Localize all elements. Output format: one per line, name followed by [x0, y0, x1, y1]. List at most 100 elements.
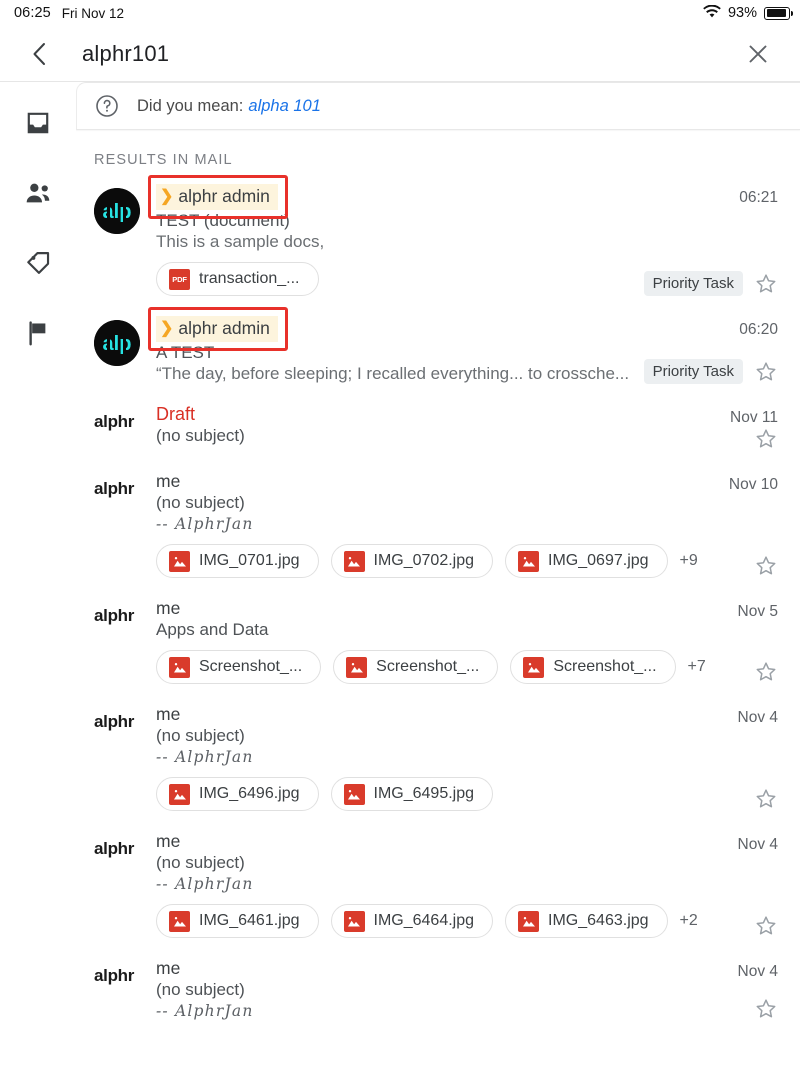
star-outline-icon[interactable] [754, 914, 778, 938]
attachment-name: IMG_6495.jpg [373, 785, 475, 802]
back-chevron-icon [33, 42, 45, 65]
attachment-chips: IMG_6496.jpg IMG_6495.jpg [156, 777, 652, 811]
attachment-name: Screenshot_... [199, 658, 303, 675]
email-row[interactable]: alp ❯ alphr admin A TEST “The day, before sl… [76, 306, 800, 394]
email-subject: Apps and Data [156, 620, 269, 639]
sender-name: me [156, 831, 181, 851]
email-subject: (no subject) [156, 853, 245, 872]
attachment-chips: Screenshot_... Screenshot_... Screenshot_.… [156, 650, 706, 684]
contacts-icon [26, 183, 49, 203]
attachment-chip[interactable]: IMG_6461.jpg [156, 904, 319, 938]
sender-name: me [156, 598, 181, 618]
attachment-chip[interactable]: IMG_6463.jpg [505, 904, 668, 938]
star-outline-icon[interactable] [754, 360, 778, 384]
attachment-chip[interactable]: IMG_6496.jpg [156, 777, 319, 811]
sender-name: me [156, 958, 181, 978]
attachment-chip[interactable]: Screenshot_... [510, 650, 676, 684]
did-you-mean-link[interactable]: alpha 101 [248, 97, 321, 116]
attachment-chips: IMG_0701.jpg IMG_0702.jpg IMG_0697.jpg +9 [156, 544, 698, 578]
section-header-results-in-mail: Results in Mail [94, 152, 233, 168]
sidebar-item-inbox[interactable] [15, 104, 61, 142]
email-meta: Nov 4 [658, 958, 778, 1021]
sender-name: me [156, 704, 181, 724]
image-file-icon [343, 783, 365, 805]
attachment-name: IMG_6461.jpg [199, 912, 300, 929]
avatar-text[interactable]: alphr [94, 708, 156, 732]
avatar[interactable]: alp [94, 188, 140, 234]
star-outline-icon[interactable] [754, 787, 778, 811]
chevron-right-icon: ❯ [160, 187, 174, 205]
avatar-text[interactable]: alphr [94, 602, 156, 626]
avatar-text[interactable]: alphr [94, 962, 156, 986]
avatar[interactable]: alp [94, 320, 140, 366]
email-row[interactable]: alphr me (no subject) -- AlphrJan IMG_6496.j… [76, 694, 800, 821]
sidebar-item-contacts[interactable] [15, 174, 61, 212]
attachment-name: IMG_6463.jpg [548, 912, 649, 929]
clear-search-button[interactable] [738, 34, 778, 74]
attachment-name: transaction_... [199, 270, 300, 287]
avatar-column: alp [94, 316, 156, 384]
star-outline-icon[interactable] [754, 427, 778, 451]
attachment-chip[interactable]: IMG_6495.jpg [330, 777, 494, 811]
back-button[interactable] [20, 34, 60, 74]
sender-wrapper: me [156, 704, 180, 725]
attachment-chip[interactable]: Screenshot_... [333, 650, 499, 684]
avatar-text[interactable]: alphr [94, 475, 156, 499]
search-input[interactable]: alphr101 [82, 41, 169, 67]
attachment-chips: IMG_6461.jpg IMG_6464.jpg IMG_6463.jpg +2 [156, 904, 698, 938]
did-you-mean-card: Did you mean: alpha 101 [76, 82, 800, 130]
sender-wrapper: me [156, 471, 180, 492]
email-signature: -- AlphrJan [156, 748, 254, 766]
star-outline-icon[interactable] [754, 272, 778, 296]
email-content: Draft (no subject) [156, 404, 658, 451]
email-row[interactable]: alphr me (no subject) -- AlphrJan Nov 4 [76, 948, 800, 1031]
avatar-text[interactable]: alphr [94, 408, 156, 432]
email-row[interactable]: alphr me (no subject) -- AlphrJan IMG_6461.j… [76, 821, 800, 948]
email-row[interactable]: alp ❯ alphr admin TEST (document) This is a … [76, 174, 800, 306]
email-row[interactable]: alphr Draft (no subject) Nov 11 [76, 394, 800, 461]
sidebar-item-labels[interactable] [15, 244, 61, 282]
attachment-name: IMG_6496.jpg [199, 785, 300, 802]
sender-wrapper: ❯ alphr admin [148, 307, 288, 351]
meta-bottom [754, 660, 778, 684]
status-date: Fri Nov 12 [61, 5, 125, 21]
battery-icon [764, 6, 793, 20]
email-row[interactable]: alphr me Apps and Data Screenshot_... Screen… [76, 588, 800, 694]
attachment-chip[interactable]: Screenshot_... [156, 650, 322, 684]
email-row[interactable]: alphr me (no subject) -- AlphrJan IMG_0701.j… [76, 461, 800, 588]
side-rail [0, 82, 76, 1065]
image-file-icon [518, 910, 540, 932]
star-outline-icon[interactable] [754, 997, 778, 1021]
attachment-chip[interactable]: IMG_0697.jpg [505, 544, 668, 578]
star-outline-icon[interactable] [754, 660, 778, 684]
sender-label: alphr admin [178, 186, 270, 206]
email-meta: Nov 11 [658, 404, 778, 451]
sender-wrapper: Draft [156, 404, 195, 425]
attachment-name: Screenshot_... [376, 658, 480, 675]
attachment-name: IMG_0701.jpg [199, 552, 300, 569]
status-time: 06:25 [14, 5, 51, 21]
meta-bottom [754, 427, 778, 451]
attachment-chip[interactable]: IMG_0701.jpg [156, 544, 319, 578]
avatar-column: alphr [94, 598, 156, 684]
sender-label: alphr admin [178, 318, 270, 338]
image-file-icon [169, 783, 190, 805]
sender-name: ❯ alphr admin [156, 316, 278, 342]
avatar-text[interactable]: alphr [94, 835, 156, 859]
status-bar-left: 06:25 Fri Nov 12 [14, 5, 124, 21]
email-date: 06:21 [739, 189, 778, 206]
email-meta: Nov 4 [658, 831, 778, 938]
email-subject: (no subject) [156, 980, 245, 999]
star-outline-icon[interactable] [754, 554, 778, 578]
attachment-chip[interactable]: PDF transaction_... [156, 262, 319, 296]
status-badge[interactable]: Priority Task [643, 271, 743, 296]
meta-bottom [754, 997, 778, 1021]
sender-wrapper: me [156, 598, 180, 619]
sidebar-item-flagged[interactable] [15, 314, 61, 352]
avatar-column: alp [94, 184, 156, 296]
email-content: me (no subject) -- AlphrJan IMG_6496.jpg IMG… [156, 704, 658, 811]
attachment-chip[interactable]: IMG_0702.jpg [330, 544, 494, 578]
status-badge[interactable]: Priority Task [643, 359, 743, 384]
attachment-chip[interactable]: IMG_6464.jpg [330, 904, 494, 938]
attachment-name: Screenshot_... [553, 658, 657, 675]
